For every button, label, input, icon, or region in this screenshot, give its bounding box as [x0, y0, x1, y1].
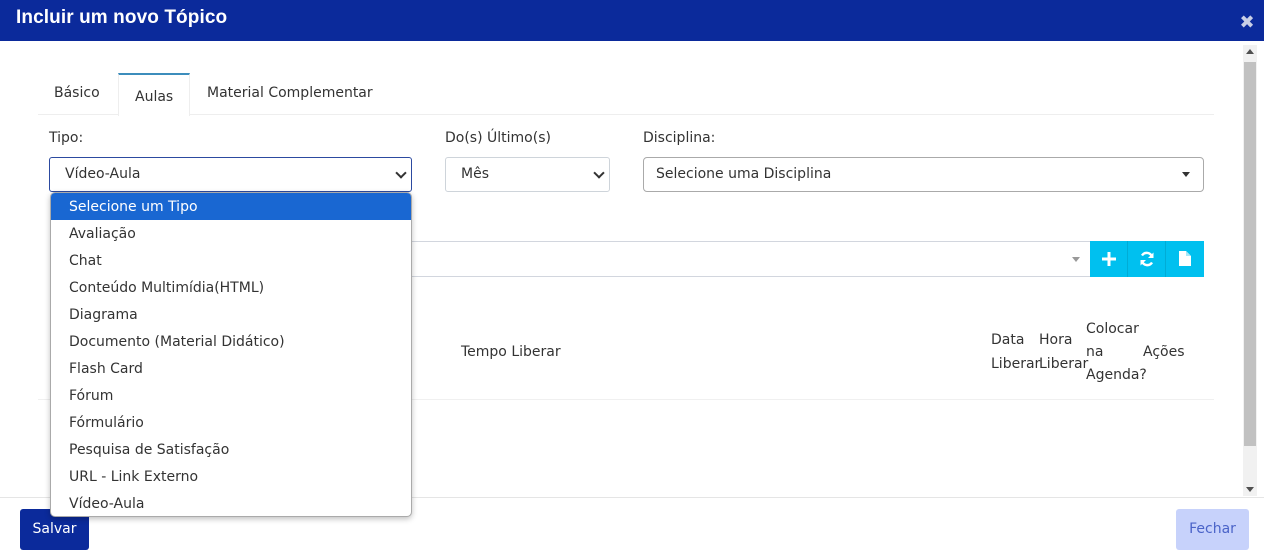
tipo-select[interactable]: Vídeo-Aula — [49, 157, 412, 192]
tipo-label: Tipo: — [49, 130, 84, 146]
th-acoes: Ações — [1143, 344, 1185, 360]
tipo-select-value: Vídeo-Aula — [65, 166, 141, 182]
tab-basico[interactable]: Básico — [38, 73, 116, 115]
th-agenda-line2: na — [1086, 344, 1104, 360]
th-agenda-line3: Agenda? — [1086, 367, 1147, 383]
dropdown-option[interactable]: Pesquisa de Satisfação — [51, 436, 411, 463]
refresh-button[interactable] — [1128, 241, 1166, 277]
modal-title: Incluir um novo Tópico — [16, 7, 228, 28]
scrollbar-thumb[interactable] — [1244, 62, 1256, 446]
file-button[interactable] — [1166, 241, 1204, 277]
tipo-dropdown-list: Selecione um Tipo Avaliação Chat Conteúd… — [50, 192, 412, 517]
dropdown-option[interactable]: Avaliação — [51, 220, 411, 247]
th-data-liberar-line1: Data — [991, 332, 1025, 348]
disciplina-label: Disciplina: — [643, 130, 716, 146]
add-button[interactable] — [1090, 241, 1128, 277]
aula-search-select[interactable] — [400, 241, 1090, 277]
th-agenda-line1: Colocar — [1086, 321, 1139, 337]
tab-bar: Básico Aulas Material Complementar — [38, 73, 1214, 116]
ultimos-select-value: Mês — [461, 166, 489, 182]
dropdown-option[interactable]: Documento (Material Didático) — [51, 328, 411, 355]
close-icon[interactable]: ✖ — [1239, 14, 1255, 32]
dropdown-option[interactable]: Vídeo-Aula — [51, 490, 411, 516]
dropdown-option[interactable]: Flash Card — [51, 355, 411, 382]
vertical-scrollbar[interactable] — [1243, 45, 1257, 496]
modal-header: Incluir um novo Tópico ✖ — [0, 0, 1264, 41]
chevron-down-icon — [593, 167, 605, 179]
ultimos-label: Do(s) Último(s) — [445, 130, 551, 146]
file-icon — [1179, 251, 1191, 266]
th-tempo-liberar: Tempo Liberar — [461, 344, 561, 360]
dropdown-option[interactable]: Fórmulário — [51, 409, 411, 436]
dropdown-option[interactable]: Fórum — [51, 382, 411, 409]
chevron-down-icon — [395, 167, 407, 179]
dropdown-option[interactable]: Conteúdo Multimídia(HTML) — [51, 274, 411, 301]
scroll-up-icon[interactable] — [1246, 49, 1254, 54]
th-hora-liberar-line2: Liberar — [1039, 356, 1089, 372]
dropdown-option[interactable]: Selecione um Tipo — [51, 193, 411, 220]
disciplina-select-value: Selecione uma Disciplina — [656, 166, 832, 182]
dropdown-option[interactable]: URL - Link Externo — [51, 463, 411, 490]
ultimos-select[interactable]: Mês — [445, 157, 610, 192]
tab-material-complementar[interactable]: Material Complementar — [191, 73, 389, 115]
dropdown-option[interactable]: Chat — [51, 247, 411, 274]
close-button[interactable]: Fechar — [1176, 509, 1249, 550]
scroll-down-icon[interactable] — [1246, 487, 1254, 492]
caret-down-icon — [1072, 257, 1080, 262]
refresh-icon — [1140, 251, 1153, 267]
th-data-liberar-line2: Liberar — [991, 356, 1041, 372]
disciplina-select[interactable]: Selecione uma Disciplina — [643, 157, 1204, 192]
tab-aulas[interactable]: Aulas — [118, 73, 191, 116]
dropdown-option[interactable]: Diagrama — [51, 301, 411, 328]
caret-down-icon — [1182, 172, 1190, 177]
plus-icon — [1101, 252, 1116, 266]
th-hora-liberar-line1: Hora — [1039, 332, 1073, 348]
